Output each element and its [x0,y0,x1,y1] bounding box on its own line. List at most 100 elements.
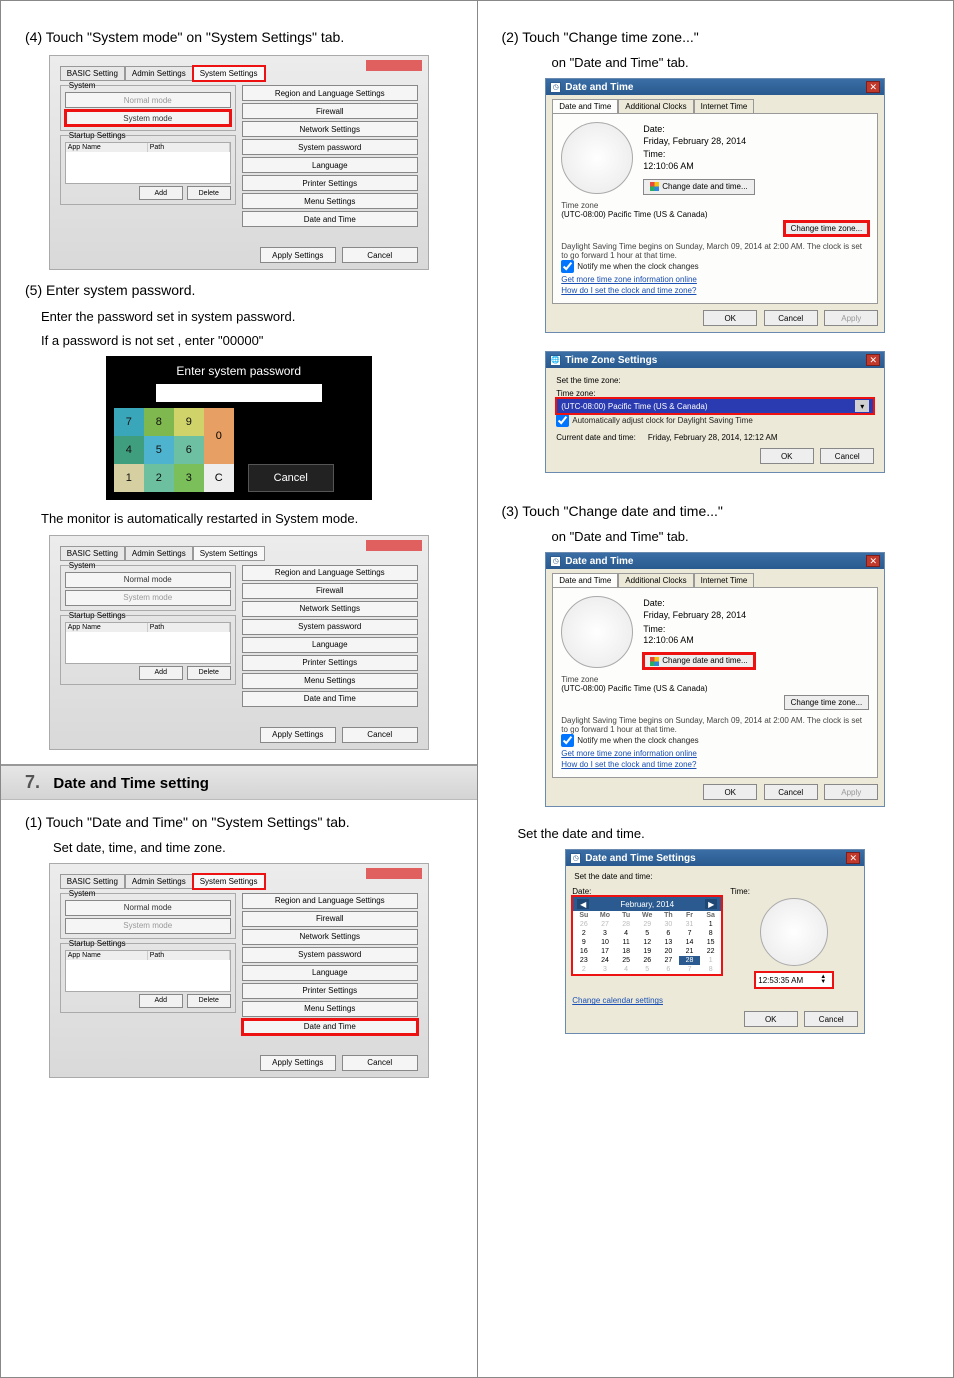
link-how-set[interactable]: How do I set the clock and time zone? [561,760,869,769]
calendar-day[interactable]: 1 [700,956,721,965]
calendar-day[interactable]: 29 [637,920,658,929]
link-tz-info[interactable]: Get more time zone information online [561,275,869,284]
firewall-button[interactable]: Firewall [242,103,418,119]
calendar-day[interactable]: 31 [679,920,700,929]
spinner-arrows-icon[interactable]: ▲▼ [820,975,830,985]
startup-add-button[interactable]: Add [139,186,183,200]
close-icon[interactable]: ✕ [866,555,880,567]
system-mode-button[interactable]: System mode [65,110,231,126]
tab-date-time[interactable]: Date and Time [552,99,618,113]
startup-delete-button[interactable]: Delete [187,994,231,1008]
notify-checkbox[interactable]: Notify me when the clock changes [561,262,698,271]
calendar-day[interactable]: 4 [616,965,637,974]
tab-basic[interactable]: BASIC Setting [60,874,125,889]
ok-button[interactable]: OK [760,448,814,464]
keypad-3[interactable]: 3 [174,464,204,492]
firewall-button[interactable]: Firewall [242,583,418,599]
apply-button[interactable]: Apply [824,310,878,326]
calendar-day[interactable]: 28 [679,956,700,965]
firewall-button[interactable]: Firewall [242,911,418,927]
printer-settings-button[interactable]: Printer Settings [242,175,418,191]
network-settings-button[interactable]: Network Settings [242,601,418,617]
calendar-day[interactable]: 3 [594,965,615,974]
normal-mode-button[interactable]: Normal mode [65,572,231,588]
calendar-day[interactable]: 26 [637,956,658,965]
cancel-button[interactable]: Cancel [820,448,874,464]
calendar-day[interactable]: 12 [637,938,658,947]
network-settings-button[interactable]: Network Settings [242,929,418,945]
calendar-day[interactable]: 15 [700,938,721,947]
ok-button[interactable]: OK [744,1011,798,1027]
close-icon[interactable]: ✕ [866,354,880,366]
keypad-6[interactable]: 6 [174,436,204,464]
language-button[interactable]: Language [242,965,418,981]
tab-additional-clocks[interactable]: Additional Clocks [618,573,693,587]
link-tz-info[interactable]: Get more time zone information online [561,749,869,758]
date-time-button[interactable]: Date and Time [242,691,418,707]
tab-date-time[interactable]: Date and Time [552,573,618,587]
password-input[interactable] [156,384,322,402]
system-password-button[interactable]: System password [242,139,418,155]
calendar-day[interactable]: 14 [679,938,700,947]
calendar-day[interactable]: 4 [616,929,637,938]
date-time-button[interactable]: Date and Time [242,1019,418,1035]
tab-system[interactable]: System Settings [193,66,265,81]
startup-add-button[interactable]: Add [139,994,183,1008]
tab-admin[interactable]: Admin Settings [125,66,193,81]
tab-admin[interactable]: Admin Settings [125,546,193,561]
keypad-5[interactable]: 5 [144,436,174,464]
region-language-button[interactable]: Region and Language Settings [242,85,418,101]
keypad-clear[interactable]: C [204,464,234,492]
keypad-7[interactable]: 7 [114,408,144,436]
system-mode-button[interactable]: System mode [65,918,231,934]
tab-internet-time[interactable]: Internet Time [694,573,755,587]
ok-button[interactable]: OK [703,310,757,326]
keypad-0[interactable]: 0 [204,408,234,464]
notify-checkbox[interactable]: Notify me when the clock changes [561,736,698,745]
apply-settings-button[interactable]: Apply Settings [260,1055,336,1071]
change-time-zone-button[interactable]: Change time zone... [784,221,870,236]
system-mode-button[interactable]: System mode [65,590,231,606]
cancel-button[interactable]: Cancel [764,784,818,800]
calendar-day[interactable]: 27 [658,956,679,965]
close-icon[interactable]: ✕ [866,81,880,93]
calendar-day[interactable]: 6 [658,965,679,974]
calendar[interactable]: ◀ February, 2014 ▶ SuMoTuWeThFrSa2627282… [572,896,722,975]
month-prev-icon[interactable]: ◀ [577,899,589,909]
calendar-day[interactable]: 13 [658,938,679,947]
language-button[interactable]: Language [242,637,418,653]
close-icon[interactable]: ✕ [846,852,860,864]
system-password-button[interactable]: System password [242,619,418,635]
calendar-day[interactable]: 3 [594,929,615,938]
menu-settings-button[interactable]: Menu Settings [242,673,418,689]
link-how-set[interactable]: How do I set the clock and time zone? [561,286,869,295]
calendar-day[interactable]: 8 [700,965,721,974]
calendar-day[interactable]: 16 [573,947,594,956]
calendar-day[interactable]: 11 [616,938,637,947]
startup-add-button[interactable]: Add [139,666,183,680]
calendar-day[interactable]: 20 [658,947,679,956]
keypad-4[interactable]: 4 [114,436,144,464]
ok-button[interactable]: OK [703,784,757,800]
menu-settings-button[interactable]: Menu Settings [242,1001,418,1017]
apply-button[interactable]: Apply [824,784,878,800]
calendar-day[interactable]: 18 [616,947,637,956]
change-date-time-button[interactable]: Change date and time... [643,179,754,195]
calendar-day[interactable]: 26 [573,920,594,929]
calendar-day[interactable]: 2 [573,965,594,974]
tab-basic[interactable]: BASIC Setting [60,546,125,561]
region-language-button[interactable]: Region and Language Settings [242,893,418,909]
tab-admin[interactable]: Admin Settings [125,874,193,889]
calendar-day[interactable]: 10 [594,938,615,947]
calendar-day[interactable]: 7 [679,929,700,938]
calendar-day[interactable]: 1 [700,920,721,929]
calendar-day[interactable]: 23 [573,956,594,965]
calendar-day[interactable]: 28 [616,920,637,929]
calendar-day[interactable]: 24 [594,956,615,965]
calendar-day[interactable]: 5 [637,929,658,938]
menu-settings-button[interactable]: Menu Settings [242,193,418,209]
calendar-day[interactable]: 2 [573,929,594,938]
calendar-day[interactable]: 19 [637,947,658,956]
auto-dst-checkbox[interactable]: Automatically adjust clock for Daylight … [556,416,753,425]
normal-mode-button[interactable]: Normal mode [65,92,231,108]
